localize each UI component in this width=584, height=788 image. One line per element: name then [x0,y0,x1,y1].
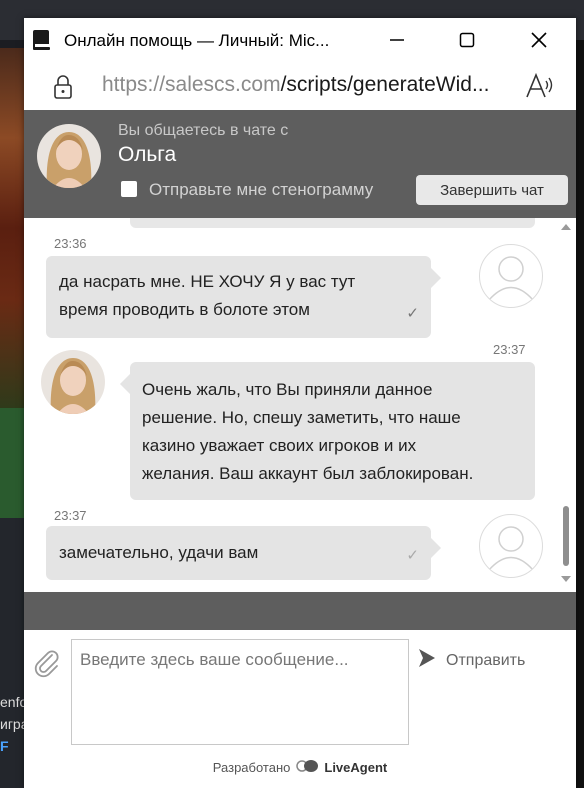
agent-avatar-small [41,350,105,414]
message-list[interactable]: 23:36 да насрать мне. НЕ ХОЧУ Я у вас ту… [24,218,576,590]
scroll-up-arrow[interactable] [561,224,571,230]
title-bar: Онлайн помощь — Личный: Mic... [24,18,576,62]
user-avatar [479,244,543,308]
window-title: Онлайн помощь — Личный: Mic... [64,31,330,50]
message-time: 23:37 [493,342,526,357]
message-time: 23:36 [54,236,87,251]
chat-header: Вы общаетесь в чате с Ольга Отправьте мн… [24,110,576,218]
agent-name: Ольга [118,143,177,166]
message-input[interactable] [71,639,409,745]
user-message-bubble: замечательно, удачи вам ✓ [46,526,441,580]
scroll-down-arrow[interactable] [561,576,571,582]
transcript-label[interactable]: Отправьте мне стенограмму [149,180,373,200]
end-chat-button[interactable]: Завершить чат [416,175,568,205]
user-message-bubble: да насрать мне. НЕ ХОЧУ Я у вас тут врем… [46,256,441,338]
scrollbar-thumb[interactable] [563,506,569,566]
message-text: Очень жаль, что Вы приняли данное [142,380,433,399]
powered-by: Разработано LiveAgent [24,758,576,777]
delivered-check-icon: ✓ [406,547,419,564]
status-band [24,592,576,630]
attach-icon[interactable] [32,648,62,683]
liveagent-brand[interactable]: LiveAgent [324,760,387,775]
maximize-icon [459,32,475,48]
minimize-button[interactable] [382,26,412,54]
url-domain: https://salescs.com [102,73,281,96]
background-panel [0,408,24,518]
previous-message-bubble [130,218,535,228]
message-text: желания. Ваш аккаунт был заблокирован. [142,464,474,483]
message-text: казино уважает своих игроков и их [142,436,417,455]
delivered-check-icon: ✓ [406,305,419,322]
message-text: замечательно, удачи вам [59,543,259,562]
agent-message-bubble: Очень жаль, что Вы приняли данное решени… [120,362,535,500]
send-icon [418,648,436,673]
url-text[interactable]: https://salescs.com/scripts/generateWid.… [102,73,489,97]
powered-label: Разработано [212,760,291,775]
message-text: да насрать мне. НЕ ХОЧУ Я у вас тут [59,272,356,291]
chat-popup-window: Онлайн помощь — Личный: Mic... https://s… [24,18,576,788]
read-aloud-icon[interactable] [524,72,554,105]
close-icon [530,31,548,49]
background-text: игра [0,716,24,732]
message-time: 23:37 [54,508,87,523]
lock-icon [52,74,74,105]
transcript-checkbox[interactable] [121,181,137,197]
message-text: время проводить в болоте этом [59,300,310,319]
address-bar[interactable]: https://salescs.com/scripts/generateWid.… [24,62,576,111]
send-label: Отправить [446,651,526,669]
user-avatar [479,514,543,578]
send-button[interactable]: Отправить [418,648,525,673]
chat-subtitle: Вы общаетесь в чате с [118,122,289,139]
book-icon [32,29,52,51]
background-image [0,48,24,408]
background-text: enfo [0,694,24,710]
liveagent-logo-icon [296,758,319,777]
maximize-button[interactable] [452,26,482,54]
background-edge [576,40,584,788]
agent-avatar [37,124,101,188]
message-text: решение. Но, спешу заметить, что наше [142,408,461,427]
minimize-icon [389,32,405,48]
background-link: F [0,738,9,754]
composer: Отправить Разработано LiveAgent [24,630,576,788]
close-button[interactable] [524,26,554,54]
url-path: /scripts/generateWid... [280,73,490,96]
